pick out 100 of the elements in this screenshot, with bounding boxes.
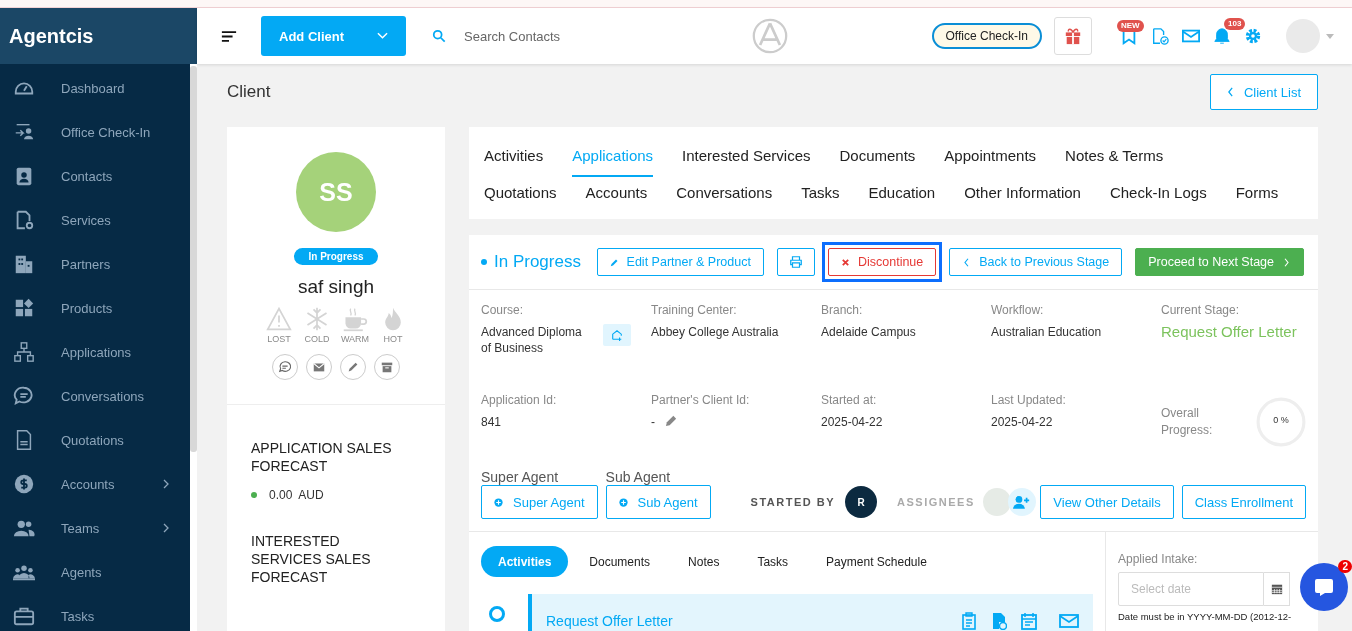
rating-option[interactable]: COLD [301, 306, 333, 344]
scroll-thumb[interactable] [190, 66, 197, 452]
sidebar-item[interactable]: Tasks [0, 594, 190, 631]
client-name: saf singh [297, 276, 374, 298]
assignees-label: ASSIGNEES [897, 496, 975, 508]
field-label: Branch: [821, 303, 864, 317]
tab[interactable]: Accounts [585, 183, 648, 203]
tab[interactable]: Tasks [801, 183, 840, 203]
tab[interactable]: Education [868, 183, 936, 203]
rating-option[interactable]: LOST [263, 306, 295, 344]
tab[interactable]: Activities [484, 146, 544, 166]
pencil-icon [609, 257, 619, 267]
tab[interactable]: Check-In Logs [1109, 183, 1207, 203]
page-title: Client [227, 82, 271, 102]
calendar-icon[interactable] [1021, 612, 1037, 630]
sub-tab[interactable]: Payment Schedule [809, 546, 944, 577]
print-button[interactable] [776, 248, 815, 276]
email-button[interactable] [306, 354, 332, 380]
mail-icon[interactable] [1059, 612, 1079, 630]
sidebar-item[interactable]: Partners [0, 242, 190, 286]
menu-icon[interactable] [221, 29, 237, 43]
tab[interactable]: Appointments [944, 146, 1037, 166]
tab[interactable]: Forms [1235, 183, 1279, 203]
sidebar-item[interactable]: Teams [0, 506, 190, 550]
pencil-icon [346, 360, 360, 374]
coffee-cup-icon [342, 306, 368, 332]
office-check-in-button[interactable]: Office Check-In [931, 23, 1042, 49]
snowflake-icon [304, 306, 330, 332]
field-value: 2025-04-22 [821, 414, 883, 430]
chevron-right-icon [161, 523, 171, 533]
forecast-title: APPLICATION SALES FORECAST [251, 439, 393, 475]
tab[interactable]: Notes & Terms [1065, 146, 1164, 166]
sidebar-item[interactable]: Contacts [0, 154, 190, 198]
tab[interactable]: Quotations [484, 183, 557, 203]
application-status: In Progress [481, 252, 581, 272]
close-icon [840, 257, 850, 267]
sidebar-item[interactable]: Office Check-In [0, 110, 190, 154]
plus-circle-icon [494, 497, 503, 507]
field-value: Abbey College Australia [651, 324, 779, 340]
sidebar-item[interactable]: Products [0, 286, 190, 330]
mail-icon[interactable] [1182, 27, 1200, 45]
sidebar-item[interactable]: Quotations [0, 418, 190, 462]
field-value: - [651, 414, 655, 430]
tab[interactable]: Conversations [676, 183, 773, 203]
sub-tab[interactable]: Notes [671, 546, 737, 577]
archive-button[interactable] [374, 354, 400, 380]
field-value: Advanced Diploma of Business [481, 324, 583, 356]
document-check-icon[interactable] [1151, 27, 1169, 45]
sidebar-item[interactable]: Dashboard [0, 66, 190, 110]
printer-icon [788, 255, 803, 269]
calendar-button[interactable] [1264, 572, 1290, 606]
rating-option[interactable]: WARM [339, 306, 371, 344]
tab[interactable]: Other Information [964, 183, 1081, 203]
chat-button[interactable] [272, 354, 298, 380]
user-plus-icon [1013, 495, 1031, 509]
add-assignee-button[interactable] [1007, 488, 1036, 516]
field-label: Training Center: [651, 303, 738, 317]
sidebar-item[interactable]: Agents [0, 550, 190, 594]
tab[interactable]: Documents [839, 146, 916, 166]
settings-icon[interactable] [1244, 27, 1262, 45]
rating-option[interactable]: HOT [377, 306, 409, 344]
blocks-icon [13, 297, 35, 319]
sidebar-item[interactable]: Applications [0, 330, 190, 374]
caret-down-icon[interactable] [1326, 33, 1334, 39]
gift-button[interactable] [1054, 17, 1092, 55]
avatar-circle: SS [296, 152, 376, 232]
new-badge: NEW [1117, 20, 1144, 32]
chevron-down-icon [377, 32, 388, 40]
sidebar-item[interactable]: Services [0, 198, 190, 242]
progress-value: 0 % [1272, 415, 1290, 425]
chevron-left-icon [1226, 87, 1234, 97]
clipboard-icon[interactable] [961, 612, 977, 630]
field-value: Australian Education [991, 324, 1102, 340]
add-home-button[interactable] [603, 324, 631, 346]
forecast-amount: 0.00 [269, 488, 293, 502]
sidebar-item[interactable]: Accounts [0, 462, 190, 506]
sidebar-item[interactable]: Conversations [0, 374, 190, 418]
calendar-icon [1270, 583, 1283, 595]
brand-name: Agentcis [9, 24, 94, 48]
field-value: 2025-04-22 [991, 414, 1053, 430]
sub-tab[interactable]: Tasks [740, 546, 806, 577]
user-initial-avatar: R [845, 486, 878, 518]
chat-bubble-icon [278, 360, 292, 374]
field-label: Current Stage: [1161, 303, 1241, 317]
bell-icon[interactable] [1213, 27, 1231, 45]
sub-tab[interactable]: Documents [572, 546, 668, 577]
document-plus-icon[interactable] [991, 612, 1007, 630]
envelope-icon [312, 360, 326, 374]
edit-button[interactable] [340, 354, 366, 380]
field-label: Workflow: [991, 303, 1045, 317]
gift-icon [1064, 27, 1082, 45]
chat-count-badge: 2 [1338, 560, 1352, 573]
date-field[interactable]: Select date [1118, 572, 1264, 606]
pencil-icon[interactable] [665, 414, 678, 427]
discontinue-button[interactable]: Discontinue [827, 248, 937, 276]
briefcase-icon [13, 605, 35, 627]
search-icon[interactable] [432, 29, 446, 43]
tab[interactable]: Interested Services [682, 146, 811, 166]
field-label: Application Id: [481, 393, 558, 407]
forecast-currency: AUD [298, 488, 324, 502]
